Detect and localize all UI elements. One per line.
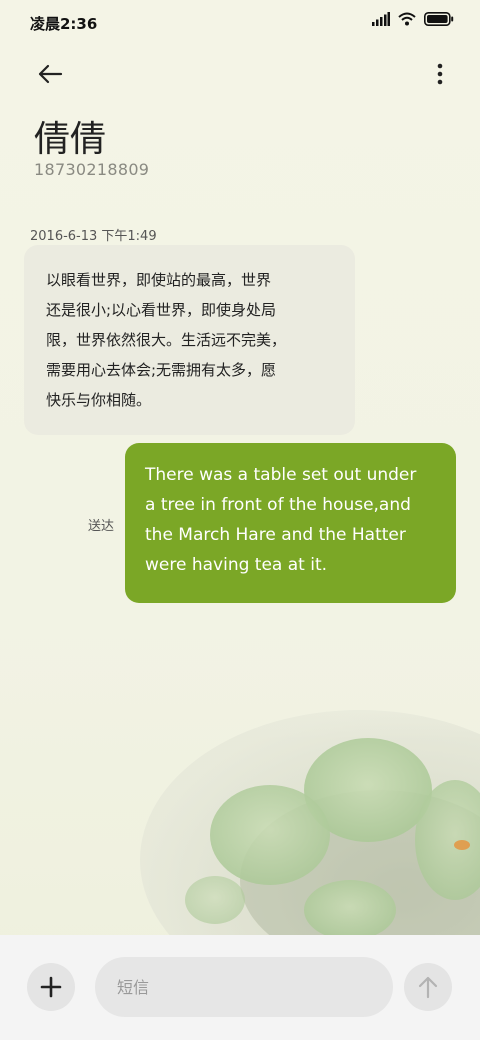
message-line: There was a table set out under (145, 465, 417, 485)
conversation-header (0, 44, 480, 100)
more-vertical-icon (437, 63, 443, 85)
plus-icon (40, 976, 62, 998)
signal-icon (372, 12, 390, 26)
delivery-status: 送达 (88, 519, 115, 534)
status-icons (372, 12, 454, 26)
message-line: the March Hare and the Hatter (145, 525, 406, 545)
incoming-message-bubble[interactable]: 以眼看世界，即使站的最高，世界 还是很小;以心看世界，即使身处局 限，世界依然很… (24, 245, 355, 435)
contact-name: 倩倩 (34, 119, 107, 160)
add-attachment-button[interactable] (27, 963, 75, 1011)
send-button[interactable] (404, 963, 452, 1011)
message-line: 以眼看世界，即使站的最高，世界 (46, 271, 272, 289)
arrow-up-icon (418, 976, 438, 999)
arrow-left-icon (38, 64, 63, 84)
message-composer (0, 935, 480, 1040)
status-bar: 凌晨2:36 (0, 0, 480, 44)
message-input[interactable] (95, 957, 393, 1017)
message-line: a tree in front of the house,and (145, 495, 411, 515)
status-time: 凌晨2:36 (30, 15, 98, 33)
back-button[interactable] (30, 54, 70, 94)
message-line: 需要用心去体会;无需拥有太多，愿 (46, 361, 277, 379)
contact-number: 18730218809 (34, 160, 150, 179)
message-timestamp: 2016-6-13 下午1:49 (30, 229, 157, 244)
wifi-icon (398, 12, 416, 26)
battery-icon (424, 12, 454, 26)
message-line: were having tea at it. (145, 555, 328, 575)
message-line: 快乐与你相随。 (46, 391, 152, 409)
message-line: 限，世界依然很大。生活远不完美， (46, 331, 287, 349)
message-line: 还是很小;以心看世界，即使身处局 (46, 301, 277, 319)
more-options-button[interactable] (430, 54, 450, 94)
outgoing-message-bubble[interactable]: There was a table set out under a tree i… (125, 443, 456, 603)
